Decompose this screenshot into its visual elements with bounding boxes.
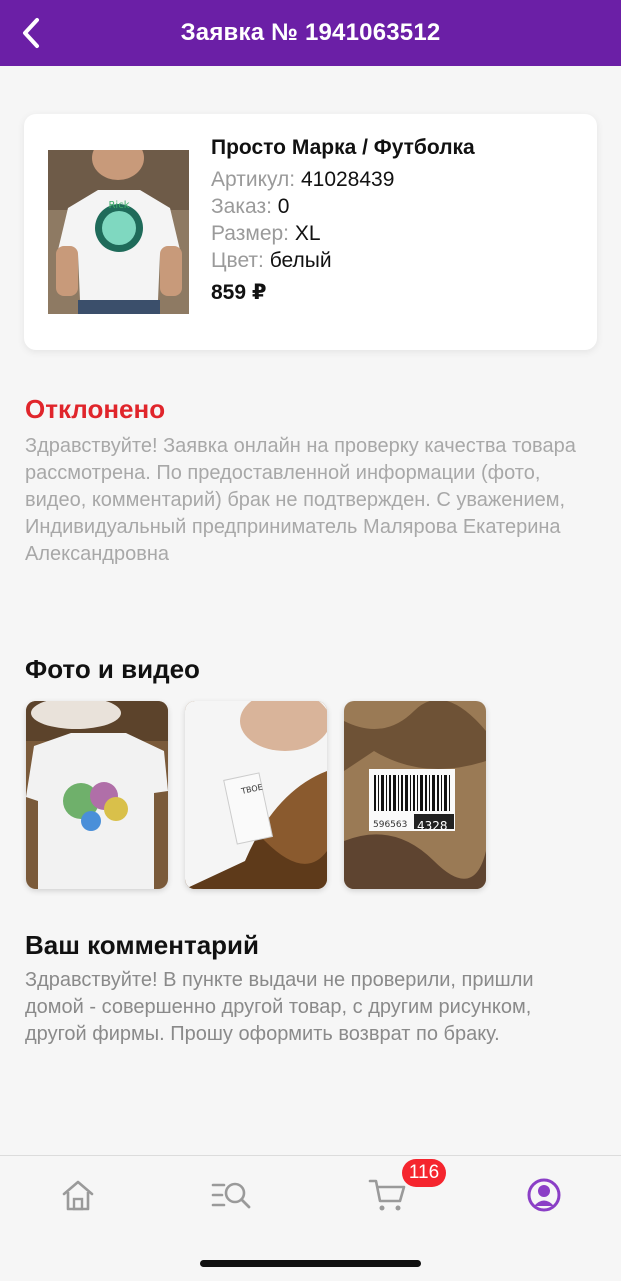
barcode-number-right: 4328 <box>417 819 448 833</box>
color-row: Цвет: белый <box>211 247 475 274</box>
order-value: 0 <box>277 195 290 218</box>
article-value: 41028439 <box>300 168 395 191</box>
tab-profile[interactable] <box>514 1174 574 1216</box>
order-row: Заказ: 0 <box>211 193 475 220</box>
media-photo-1[interactable] <box>26 701 168 889</box>
catalog-search-icon <box>211 1182 251 1209</box>
chevron-left-icon <box>23 18 39 48</box>
product-card[interactable]: Rick Просто Марка / Футболка Артикул: 41… <box>24 114 597 350</box>
status-title: Отклонено <box>25 394 166 424</box>
barcode-label: 596563 4328 <box>371 819 457 834</box>
media-section-title: Фото и видео <box>25 654 200 684</box>
color-label: Цвет: <box>211 249 264 272</box>
article-row: Артикул: 41028439 <box>211 166 475 193</box>
size-value: XL <box>294 222 321 245</box>
app-header: Заявка № 1941063512 <box>0 0 621 66</box>
size-label: Размер: <box>211 222 290 245</box>
media-photo-3[interactable]: 596563 4328 <box>344 701 486 889</box>
article-label: Артикул: <box>211 168 296 191</box>
home-icon <box>62 1180 94 1211</box>
media-gallery: TBOE 596563 4328 <box>26 701 486 889</box>
profile-icon <box>527 1178 561 1212</box>
home-indicator <box>200 1260 421 1267</box>
cart-badge: 116 <box>402 1159 446 1187</box>
size-row: Размер: XL <box>211 220 475 247</box>
order-label: Заказ: <box>211 195 272 218</box>
comment-section-title: Ваш комментарий <box>25 930 260 960</box>
tshirt-print-photo <box>26 701 168 889</box>
cart-icon <box>368 1179 406 1211</box>
barcode-number-left: 596563 <box>373 820 408 830</box>
page-title: Заявка № 1941063512 <box>180 19 441 46</box>
status-message: Здравствуйте! Заявка онлайн на проверку … <box>25 435 576 565</box>
product-name: Просто Марка / Футболка <box>211 136 475 159</box>
barcode-photo <box>344 701 486 889</box>
media-photo-2[interactable]: TBOE <box>185 701 327 889</box>
back-button[interactable] <box>14 15 48 51</box>
comment-text: Здравствуйте! В пункте выдачи не провери… <box>25 969 534 1045</box>
tab-catalog-search[interactable] <box>202 1174 262 1216</box>
color-value: белый <box>269 249 332 272</box>
care-label-photo: TBOE <box>185 701 327 889</box>
tab-home[interactable] <box>48 1174 108 1216</box>
product-image: Rick <box>48 150 189 314</box>
product-price: 859 ₽ <box>211 281 267 304</box>
svg-text:Rick: Rick <box>108 200 129 211</box>
